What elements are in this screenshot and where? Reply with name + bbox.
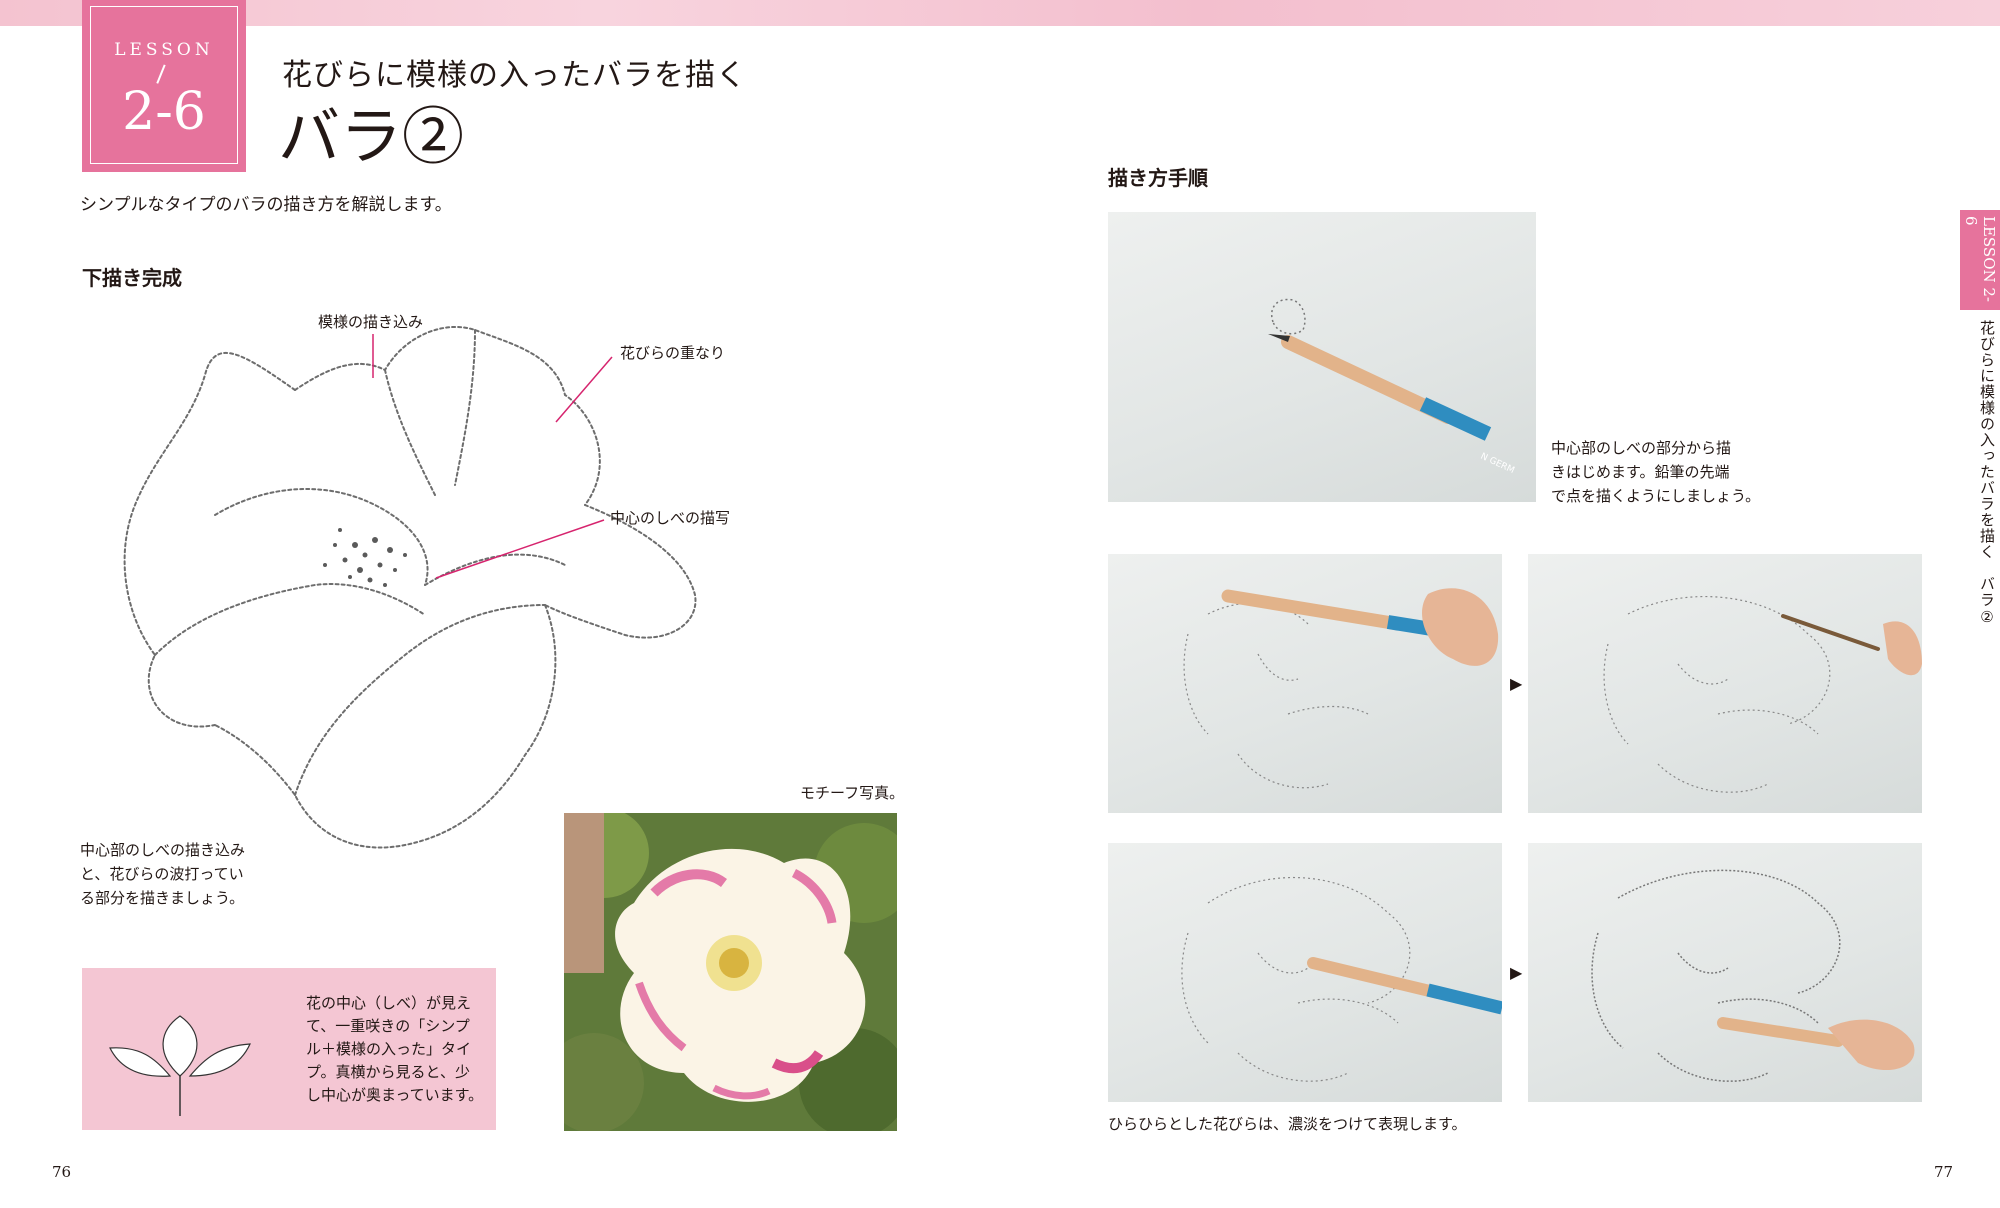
tip-line: て、一重咲きの「シンプ	[306, 1017, 470, 1035]
top-band	[0, 0, 2000, 26]
lesson-badge: LESSON 2-6	[82, 0, 246, 172]
step-arrow-icon: ▶	[1510, 963, 1523, 982]
step-photo-3	[1528, 554, 1922, 813]
tip-text: 花の中心（しべ）が見え て、一重咲きの「シンプ ル＋模様の入った」タイ プ。真横…	[306, 992, 483, 1107]
page-number-left: 76	[52, 1163, 72, 1181]
label-overlap: 花びらの重なり	[620, 344, 726, 362]
section-heading-sketch: 下描き完成	[82, 266, 182, 290]
step-photo-2	[1108, 554, 1502, 813]
step-photo-5-drawing	[1591, 869, 1915, 1082]
label-pattern: 模様の描き込み	[318, 313, 424, 331]
rose-photo	[564, 813, 897, 1131]
rose-sketch-illustration	[123, 325, 697, 849]
tip-line: し中心が奥まっています。	[306, 1086, 484, 1104]
intro-text: シンプルなタイプのバラの描き方を解説します。	[80, 195, 452, 215]
step-photo-1: N GERM	[1108, 212, 1536, 502]
step-arrow-icon: ▶	[1510, 674, 1523, 693]
section-heading-steps: 描き方手順	[1108, 166, 1208, 190]
running-title: 花びらに模様の入ったバラを描く バラ②	[1978, 320, 1996, 627]
tip-box: 花の中心（しべ）が見え て、一重咲きの「シンプ ル＋模様の入った」タイ プ。真横…	[82, 968, 496, 1130]
lesson-number: 2-6	[122, 82, 206, 142]
step1-caption: 中心部のしべの部分から描 きはじめます。鉛筆の先端 で点を描くようにしましょう。	[1551, 436, 1760, 508]
rose-side-shape-icon	[109, 1015, 251, 1116]
bottom-caption: ひらひらとした花びらは、濃淡をつけて表現します。	[1108, 1115, 1467, 1133]
photo-caption: モチーフ写真。	[800, 784, 905, 802]
page-title: バラ②	[278, 100, 465, 173]
lesson-word: LESSON	[114, 40, 214, 60]
caption-line: る部分を描きましょう。	[80, 889, 245, 907]
page-number-right: 77	[1934, 1163, 1954, 1181]
caption-line: と、花びらの波打ってい	[80, 865, 244, 883]
side-tab: LESSON 2-6	[1960, 210, 2000, 310]
side-tab-label: LESSON 2-6	[1962, 216, 1998, 303]
step-photo-2-drawing	[1183, 588, 1499, 789]
tip-line: 花の中心（しべ）が見え	[306, 994, 472, 1012]
page-subtitle: 花びらに模様の入ったバラを描く	[282, 58, 747, 93]
caption-line: で点を描くようにしましょう。	[1551, 487, 1761, 505]
caption-line: 中心部のしべの描き込み	[80, 841, 246, 859]
step-photo-3-drawing	[1603, 595, 1922, 793]
step-photo-4-drawing	[1181, 877, 1502, 1082]
pencil-text: N GERM	[1479, 452, 1516, 476]
caption-line: きはじめます。鉛筆の先端	[1551, 463, 1730, 481]
sketch-caption: 中心部のしべの描き込み と、花びらの波打ってい る部分を描きましょう。	[80, 838, 245, 910]
step-photo-5	[1528, 843, 1922, 1102]
label-center: 中心のしべの描写	[610, 509, 731, 527]
caption-line: 中心部のしべの部分から描	[1551, 439, 1732, 457]
tip-line: ル＋模様の入った」タイ	[306, 1040, 472, 1058]
step-photo-4	[1108, 843, 1502, 1102]
step-photo-1-drawing: N GERM	[1268, 298, 1516, 476]
tip-line: プ。真横から見ると、少	[306, 1063, 470, 1081]
